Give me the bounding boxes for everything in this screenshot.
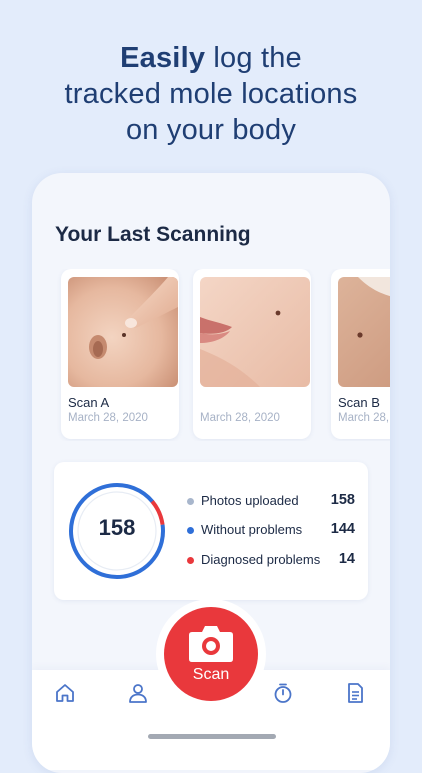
stat-value: 144 xyxy=(330,521,355,537)
camera-icon xyxy=(189,626,233,662)
scan-photo-cheek xyxy=(200,277,310,387)
headline-line-3: on your body xyxy=(125,114,297,146)
stat-value: 14 xyxy=(338,551,355,567)
stat-label: Diagnosed problems xyxy=(201,552,321,567)
scan-card-date: March 28, 2020 xyxy=(338,412,390,424)
home-indicator[interactable] xyxy=(148,734,276,739)
scan-card-b[interactable]: Scan B March 28, 2020 xyxy=(331,269,390,439)
scan-card-a[interactable]: Scan A March 28, 2020 xyxy=(61,269,179,439)
headline-rest: log the xyxy=(205,42,302,74)
scan-photo-belly xyxy=(68,277,178,387)
timer-icon[interactable] xyxy=(272,682,294,704)
stat-value: 158 xyxy=(330,492,355,508)
headline: Easily log the tracked mole locations on… xyxy=(0,40,422,148)
scan-button[interactable]: Scan xyxy=(164,607,258,701)
stat-dot-gray xyxy=(187,498,194,505)
scan-card-name: Scan A xyxy=(68,395,110,410)
document-icon[interactable] xyxy=(344,682,366,704)
scan-button-label: Scan xyxy=(192,666,230,683)
stat-row-diagnosed-problems: Diagnosed problems 14 xyxy=(185,551,355,571)
scan-carousel[interactable]: Scan A March 28, 2020 March 28, 2020 Sca… xyxy=(54,269,390,441)
stat-dot-blue xyxy=(187,527,194,534)
stat-label: Photos uploaded xyxy=(201,493,299,508)
stat-dot-red xyxy=(187,557,194,564)
scan-photo-back xyxy=(338,277,390,387)
home-icon[interactable] xyxy=(54,682,76,704)
headline-bold: Easily xyxy=(120,42,206,74)
gauge-total: 158 xyxy=(98,515,136,540)
profile-icon[interactable] xyxy=(127,682,149,704)
headline-line-1: Easily log the xyxy=(0,40,422,76)
scan-card-name: Scan B xyxy=(338,395,380,410)
stat-label: Without problems xyxy=(201,522,303,537)
headline-line-2: tracked mole locations xyxy=(64,78,358,110)
scan-card-date: March 28, 2020 xyxy=(200,412,280,424)
stat-row-without-problems: Without problems 144 xyxy=(185,521,355,541)
scan-card-2[interactable]: March 28, 2020 xyxy=(193,269,311,439)
stat-row-photos: Photos uploaded 158 xyxy=(185,492,355,512)
stats-card: 158 Photos uploaded 158 Without problems… xyxy=(54,462,368,600)
section-title: Your Last Scanning xyxy=(55,223,251,246)
scan-card-date: March 28, 2020 xyxy=(68,412,148,424)
